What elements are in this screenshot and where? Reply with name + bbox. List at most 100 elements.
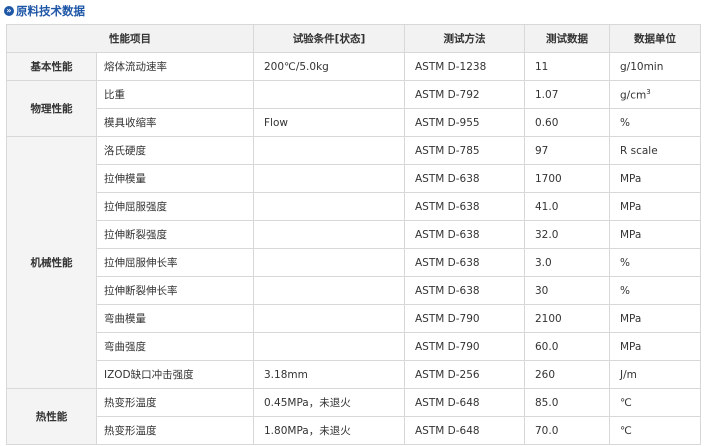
cell-condition: Flow <box>253 108 405 137</box>
cell-unit: MPa <box>609 220 701 249</box>
cell-value: 41.0 <box>524 192 610 221</box>
table-row: 拉伸模量 ASTM D-638 1700 MPa <box>7 164 701 193</box>
cell-property: 拉伸断裂强度 <box>96 220 254 249</box>
cell-unit: g/10min <box>609 52 701 81</box>
table-row: IZOD缺口冲击强度 3.18mm ASTM D-256 260 J/m <box>7 360 701 389</box>
cell-method: ASTM D-648 <box>404 388 525 417</box>
table-row: 拉伸屈服伸长率 ASTM D-638 3.0 % <box>7 248 701 277</box>
header-unit: 数据单位 <box>609 24 701 53</box>
header-value: 测试数据 <box>524 24 610 53</box>
table-row: 模具收缩率 Flow ASTM D-955 0.60 % <box>7 108 701 137</box>
cell-property: 热变形温度 <box>96 416 254 445</box>
cell-property: 拉伸屈服强度 <box>96 192 254 221</box>
cell-value: 11 <box>524 52 610 81</box>
table-row: 拉伸断裂伸长率 ASTM D-638 30 % <box>7 276 701 305</box>
cell-unit: MPa <box>609 192 701 221</box>
cell-condition <box>253 248 405 277</box>
cell-condition <box>253 80 405 109</box>
table-row: 物理性能 比重 ASTM D-792 1.07 g/cm3 <box>6 80 701 137</box>
cell-method: ASTM D-792 <box>404 80 525 109</box>
cell-unit: MPa <box>609 164 701 193</box>
cell-property: 弯曲模量 <box>96 304 254 333</box>
cell-method: ASTM D-790 <box>404 304 525 333</box>
cell-condition: 1.80MPa，未退火 <box>253 416 405 445</box>
cell-method: ASTM D-638 <box>404 248 525 277</box>
section-title-text: 原料技术数据 <box>16 4 85 18</box>
cell-method: ASTM D-638 <box>404 192 525 221</box>
header-property: 性能项目 <box>6 24 254 53</box>
cell-method: ASTM D-648 <box>404 416 525 445</box>
unit-superscript: 3 <box>646 87 651 96</box>
cell-condition <box>253 192 405 221</box>
cell-unit: MPa <box>609 304 701 333</box>
section-title: » 原料技术数据 <box>4 3 85 19</box>
circle-arrow-icon: » <box>4 6 14 16</box>
cell-condition <box>253 304 405 333</box>
header-condition: 试验条件[状态] <box>253 24 405 53</box>
table-row: 拉伸屈服强度 ASTM D-638 41.0 MPa <box>7 192 701 221</box>
cell-condition <box>253 164 405 193</box>
cell-property: 拉伸断裂伸长率 <box>96 276 254 305</box>
table-row: 基本性能 熔体流动速率 200℃/5.0kg ASTM D-1238 11 g/… <box>6 52 701 81</box>
cell-method: ASTM D-638 <box>404 276 525 305</box>
cell-unit: % <box>609 276 701 305</box>
cell-property: IZOD缺口冲击强度 <box>96 360 254 389</box>
cell-method: ASTM D-256 <box>404 360 525 389</box>
cell-condition: 0.45MPa，未退火 <box>253 388 405 417</box>
cell-property: 洛氏硬度 <box>96 136 254 165</box>
cell-condition <box>253 220 405 249</box>
cell-unit: J/m <box>609 360 701 389</box>
cell-value: 3.0 <box>524 248 610 277</box>
cell-unit: MPa <box>609 332 701 361</box>
cell-method: ASTM D-790 <box>404 332 525 361</box>
cell-value: 32.0 <box>524 220 610 249</box>
cell-property: 模具收缩率 <box>96 108 254 137</box>
group-physical: 物理性能 <box>6 80 97 137</box>
cell-value: 260 <box>524 360 610 389</box>
cell-property: 拉伸屈服伸长率 <box>96 248 254 277</box>
table-row: 弯曲模量 ASTM D-790 2100 MPa <box>7 304 701 333</box>
cell-value: 30 <box>524 276 610 305</box>
cell-unit: % <box>609 108 701 137</box>
cell-value: 1700 <box>524 164 610 193</box>
table-row: 拉伸断裂强度 ASTM D-638 32.0 MPa <box>7 220 701 249</box>
cell-condition <box>253 332 405 361</box>
cell-property: 比重 <box>96 80 254 109</box>
table-row: 弯曲强度 ASTM D-790 60.0 MPa <box>7 332 701 361</box>
cell-unit: g/cm3 <box>609 80 701 109</box>
cell-unit: ℃ <box>609 416 701 445</box>
group-mechanical: 机械性能 <box>6 136 97 389</box>
cell-condition: 200℃/5.0kg <box>253 52 405 81</box>
group-basic: 基本性能 <box>6 52 97 81</box>
cell-method: ASTM D-785 <box>404 136 525 165</box>
cell-method: ASTM D-1238 <box>404 52 525 81</box>
cell-value: 0.60 <box>524 108 610 137</box>
cell-method: ASTM D-638 <box>404 220 525 249</box>
cell-property: 弯曲强度 <box>96 332 254 361</box>
cell-value: 60.0 <box>524 332 610 361</box>
cell-unit: % <box>609 248 701 277</box>
cell-value: 97 <box>524 136 610 165</box>
cell-unit: R scale <box>609 136 701 165</box>
header-method: 测试方法 <box>404 24 525 53</box>
cell-value: 2100 <box>524 304 610 333</box>
cell-condition: 3.18mm <box>253 360 405 389</box>
cell-method: ASTM D-638 <box>404 164 525 193</box>
table-row: 热性能 热变形温度 0.45MPa，未退火 ASTM D-648 85.0 ℃ <box>6 388 701 445</box>
cell-value: 85.0 <box>524 388 610 417</box>
cell-property: 热变形温度 <box>96 388 254 417</box>
group-thermal: 热性能 <box>6 388 97 445</box>
cell-method: ASTM D-955 <box>404 108 525 137</box>
cell-value: 1.07 <box>524 80 610 109</box>
cell-condition <box>253 136 405 165</box>
cell-property: 拉伸模量 <box>96 164 254 193</box>
table-row: 机械性能 洛氏硬度 ASTM D-785 97 R scale <box>6 136 701 389</box>
table-row: 热变形温度 1.80MPa，未退火 ASTM D-648 70.0 ℃ <box>7 416 701 445</box>
cell-value: 70.0 <box>524 416 610 445</box>
material-data-table: 性能项目 试验条件[状态] 测试方法 测试数据 数据单位 基本性能 熔体流动速率… <box>6 24 701 445</box>
cell-condition <box>253 276 405 305</box>
unit-text: g/cm <box>620 89 647 102</box>
table-header-row: 性能项目 试验条件[状态] 测试方法 测试数据 数据单位 <box>6 24 701 53</box>
cell-unit: ℃ <box>609 388 701 417</box>
cell-property: 熔体流动速率 <box>96 52 254 81</box>
